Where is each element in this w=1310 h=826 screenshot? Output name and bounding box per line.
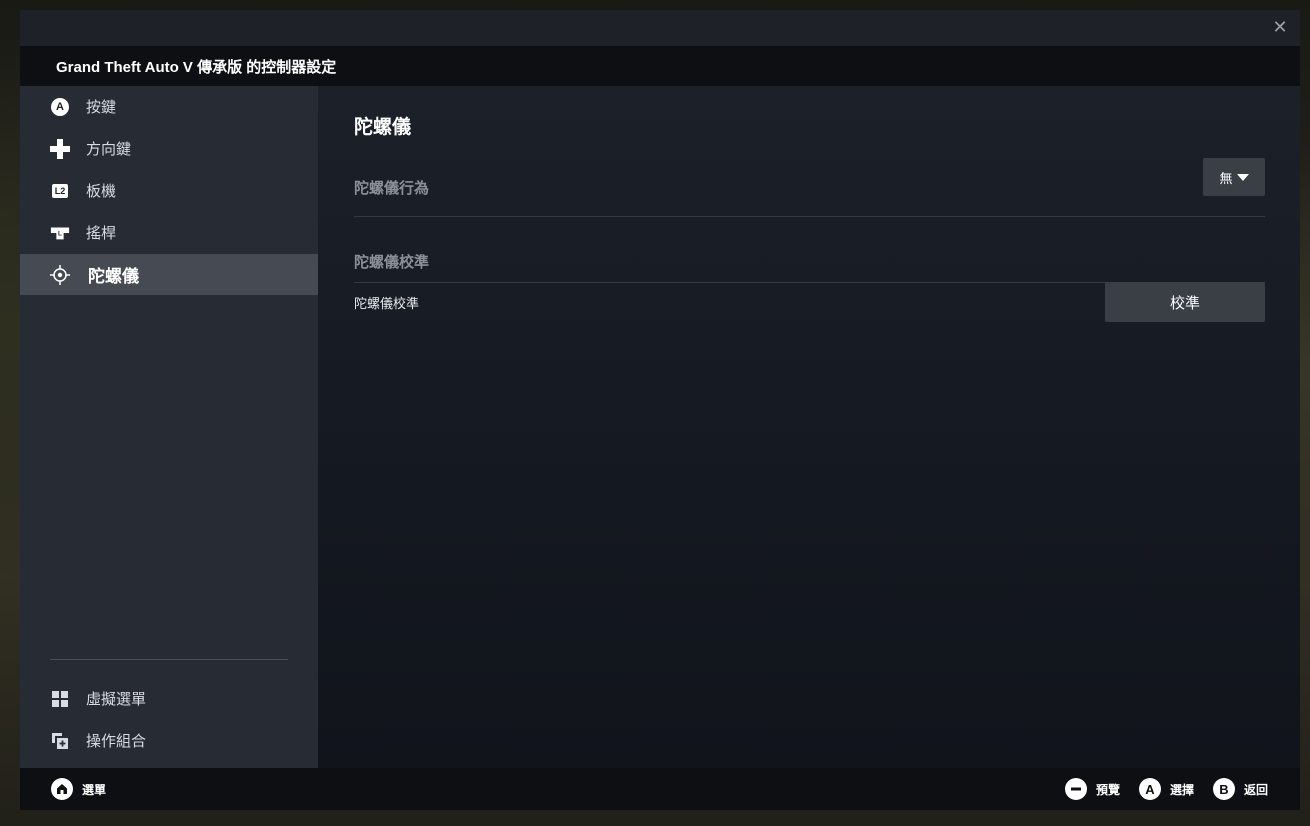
l2-trigger-icon: L2 <box>50 181 70 201</box>
a-button-icon: A <box>50 97 70 117</box>
gyro-icon <box>50 264 70 285</box>
gyro-behavior-label: 陀螺儀行為 <box>354 179 430 197</box>
window-title: Grand Theft Auto V 傳承版 的控制器設定 <box>56 59 337 76</box>
sidebar-item-action-sets[interactable]: 操作組合 <box>20 720 318 761</box>
left-stick-icon: L <box>50 223 70 243</box>
calibrate-button[interactable]: 校準 <box>1105 282 1265 322</box>
main-panel: 陀螺儀 陀螺儀行為 無 陀螺儀校準 陀螺儀校準 校準 <box>318 86 1300 768</box>
grid-icon <box>50 689 70 709</box>
sidebar: A 按鍵 方向鍵 L2 板機 L 搖桿 陀螺儀 虛擬選單 操作組合 <box>20 86 318 768</box>
sidebar-item-label: 虛擬選單 <box>86 690 147 708</box>
footer-menu-button[interactable]: 選單 <box>51 778 106 800</box>
sidebar-item-label: 陀螺儀 <box>88 267 139 287</box>
sidebar-item-gyro[interactable]: 陀螺儀 <box>20 254 318 295</box>
sidebar-divider <box>50 659 288 660</box>
home-button-icon <box>51 778 73 800</box>
footer-back-button[interactable]: B 返回 <box>1213 778 1268 800</box>
gyro-behavior-dropdown[interactable]: 無 <box>1203 158 1265 196</box>
title-bar: Grand Theft Auto V 傳承版 的控制器設定 <box>20 46 1300 86</box>
sidebar-item-label: 方向鍵 <box>86 140 132 158</box>
close-icon[interactable]: ✕ <box>1270 18 1290 38</box>
section-title: 陀螺儀 <box>354 116 412 138</box>
dpad-icon <box>50 138 70 159</box>
footer-select-button[interactable]: A 選擇 <box>1139 778 1194 800</box>
dropdown-value: 無 <box>1219 171 1233 187</box>
sidebar-item-sticks[interactable]: L 搖桿 <box>20 212 318 253</box>
calibration-label: 陀螺儀校準 <box>354 297 420 312</box>
footer-menu-label: 選單 <box>82 782 107 797</box>
b-button-icon: B <box>1213 778 1235 800</box>
divider <box>354 216 1265 217</box>
footer-bar: 選單 預覽 A 選擇 B 返回 <box>20 768 1300 810</box>
sidebar-item-label: 板機 <box>86 182 117 200</box>
footer-select-label: 選擇 <box>1170 782 1195 797</box>
footer-back-label: 返回 <box>1244 782 1269 797</box>
add-layer-icon <box>50 731 70 751</box>
window-top-bar: ✕ <box>20 10 1300 46</box>
svg-text:L: L <box>58 230 62 237</box>
calibration-section-header: 陀螺儀校準 <box>354 253 430 271</box>
sidebar-item-label: 搖桿 <box>86 224 117 242</box>
sidebar-item-dpad[interactable]: 方向鍵 <box>20 128 318 169</box>
sidebar-item-label: 操作組合 <box>86 732 147 750</box>
minus-button-icon <box>1065 778 1087 800</box>
sidebar-item-triggers[interactable]: L2 板機 <box>20 170 318 211</box>
caret-down-icon <box>1236 173 1249 181</box>
footer-preview-label: 預覽 <box>1096 782 1121 797</box>
a-button-icon: A <box>1139 778 1161 800</box>
footer-preview-button[interactable]: 預覽 <box>1065 778 1120 800</box>
sidebar-item-label: 按鍵 <box>86 98 117 116</box>
controller-settings-window: ✕ Grand Theft Auto V 傳承版 的控制器設定 A 按鍵 方向鍵… <box>20 10 1300 810</box>
sidebar-item-buttons[interactable]: A 按鍵 <box>20 86 318 127</box>
sidebar-item-virtual-menu[interactable]: 虛擬選單 <box>20 678 318 719</box>
